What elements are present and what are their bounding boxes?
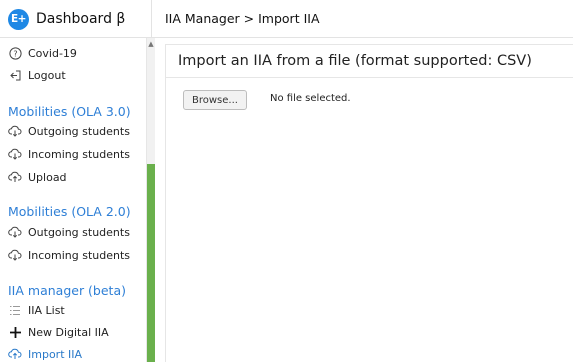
top-bar: E+ Dashboard β IIA Manager > Import IIA bbox=[0, 0, 573, 38]
sidebar-item-label: Incoming students bbox=[28, 147, 130, 161]
breadcrumb: IIA Manager > Import IIA bbox=[165, 11, 320, 26]
sidebar-item-label: New Digital IIA bbox=[28, 325, 109, 339]
sidebar-item-label: IIA List bbox=[28, 303, 65, 317]
sidebar-item-ola3-incoming[interactable]: Incoming students bbox=[8, 147, 130, 161]
brand[interactable]: E+ Dashboard β bbox=[0, 0, 152, 38]
sidebar-item-ola2-outgoing[interactable]: Outgoing students bbox=[8, 225, 130, 239]
scroll-up-arrow-icon[interactable]: ▲ bbox=[147, 40, 155, 48]
main-content: Import an IIA from a file (format suppor… bbox=[155, 38, 573, 362]
sidebar-item-label: Upload bbox=[28, 170, 67, 184]
sidebar-item-covid[interactable]: ? Covid-19 bbox=[8, 46, 77, 60]
brand-logo: E+ bbox=[8, 8, 29, 30]
cloud-upload-icon bbox=[8, 170, 22, 184]
svg-text:?: ? bbox=[13, 49, 17, 58]
sidebar-item-label: Outgoing students bbox=[28, 124, 130, 138]
sidebar: ? Covid-19 Logout Mobilities (OLA 3.0) O… bbox=[0, 38, 155, 362]
section-title-ola3: Mobilities (OLA 3.0) bbox=[8, 104, 131, 119]
section-title-ola2: Mobilities (OLA 2.0) bbox=[8, 204, 131, 219]
sidebar-item-label: Outgoing students bbox=[28, 225, 130, 239]
brand-title: Dashboard β bbox=[36, 11, 126, 27]
sidebar-scrollbar[interactable]: ▲ bbox=[146, 38, 155, 362]
browse-button[interactable]: Browse... bbox=[183, 90, 247, 110]
sidebar-item-new-digital-iia[interactable]: New Digital IIA bbox=[8, 325, 109, 339]
plus-icon bbox=[8, 325, 22, 339]
logout-icon bbox=[8, 68, 22, 82]
section-title-iia-manager: IIA manager (beta) bbox=[8, 283, 126, 298]
title-divider bbox=[166, 77, 573, 78]
file-status-text: No file selected. bbox=[270, 93, 351, 104]
sidebar-item-ola2-incoming[interactable]: Incoming students bbox=[8, 248, 130, 262]
sidebar-item-logout[interactable]: Logout bbox=[8, 68, 66, 82]
sidebar-item-iia-list[interactable]: IIA List bbox=[8, 303, 65, 317]
page-title: Import an IIA from a file (format suppor… bbox=[178, 53, 532, 69]
list-icon bbox=[8, 303, 22, 317]
sidebar-scroll-thumb[interactable] bbox=[147, 164, 155, 362]
sidebar-item-label: Import IIA bbox=[28, 347, 83, 361]
sidebar-item-label: Incoming students bbox=[28, 248, 130, 262]
cloud-download-icon bbox=[8, 124, 22, 138]
sidebar-menu: ? Covid-19 Logout Mobilities (OLA 3.0) O… bbox=[0, 38, 146, 362]
sidebar-item-ola3-upload[interactable]: Upload bbox=[8, 170, 67, 184]
cloud-upload-icon bbox=[8, 347, 22, 361]
import-panel: Import an IIA from a file (format suppor… bbox=[165, 44, 573, 362]
cloud-download-icon bbox=[8, 248, 22, 262]
cloud-download-icon bbox=[8, 147, 22, 161]
sidebar-item-label: Logout bbox=[28, 68, 66, 82]
help-circle-icon: ? bbox=[8, 46, 22, 60]
sidebar-item-ola3-outgoing[interactable]: Outgoing students bbox=[8, 124, 130, 138]
sidebar-item-import-iia[interactable]: Import IIA bbox=[8, 347, 82, 361]
cloud-download-icon bbox=[8, 225, 22, 239]
sidebar-item-label: Covid-19 bbox=[28, 46, 77, 60]
